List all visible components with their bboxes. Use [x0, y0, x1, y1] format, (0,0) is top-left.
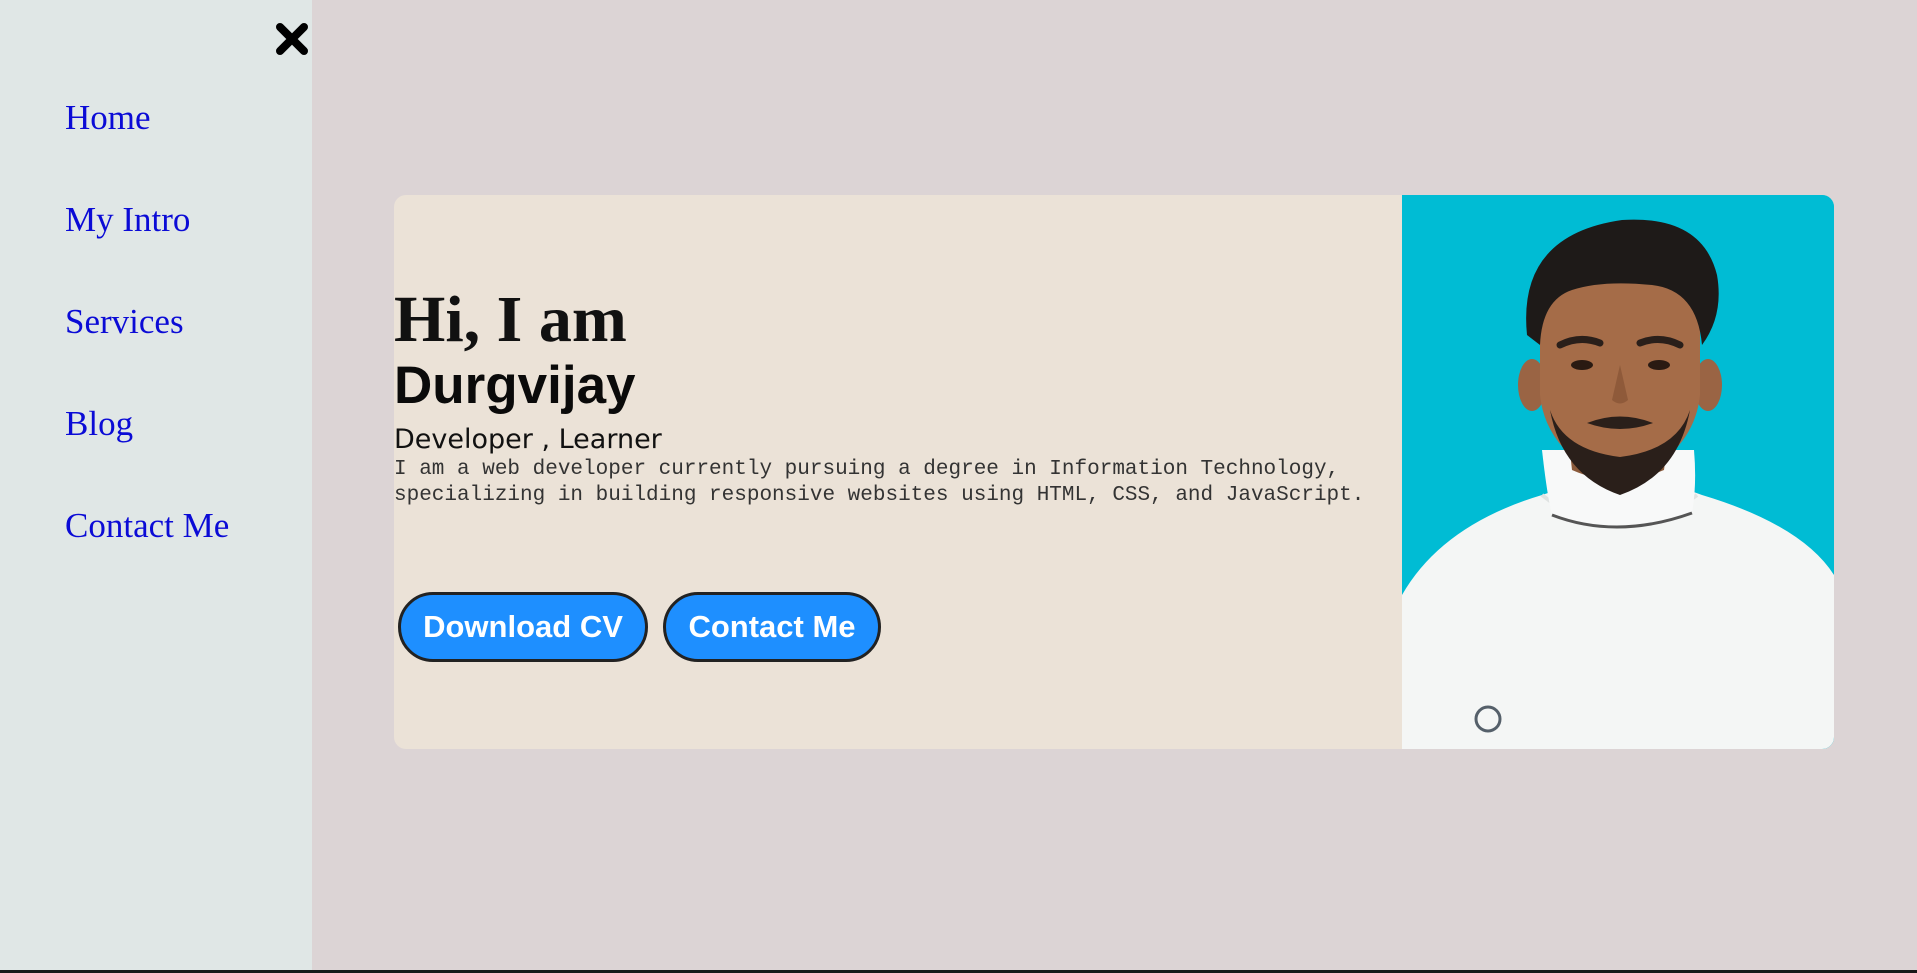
- contact-me-button[interactable]: Contact Me: [663, 592, 881, 662]
- download-cv-button[interactable]: Download CV: [398, 592, 648, 662]
- profile-photo: [1402, 195, 1834, 749]
- sidebar-item-blog[interactable]: Blog: [65, 404, 133, 443]
- intro-text: Hi, I am Durgvijay Developer , Learner I…: [394, 285, 1394, 509]
- action-buttons: Download CV Contact Me: [398, 592, 881, 662]
- sidebar-nav: Home My Intro Services Blog Contact Me: [65, 88, 229, 598]
- close-icon[interactable]: [272, 18, 312, 60]
- name-heading: Durgvijay: [394, 356, 636, 415]
- greeting-heading: Hi, I am: [394, 283, 627, 356]
- description-text: I am a web developer currently pursuing …: [394, 458, 1365, 507]
- sidebar-item-my-intro[interactable]: My Intro: [65, 200, 190, 239]
- sidebar: Home My Intro Services Blog Contact Me: [0, 0, 312, 970]
- sidebar-item-services[interactable]: Services: [65, 302, 184, 341]
- intro-card: Hi, I am Durgvijay Developer , Learner I…: [394, 195, 1834, 749]
- sidebar-item-contact-me[interactable]: Contact Me: [65, 506, 229, 545]
- sidebar-item-home[interactable]: Home: [65, 98, 151, 137]
- role-text: Developer , Learner: [394, 424, 662, 455]
